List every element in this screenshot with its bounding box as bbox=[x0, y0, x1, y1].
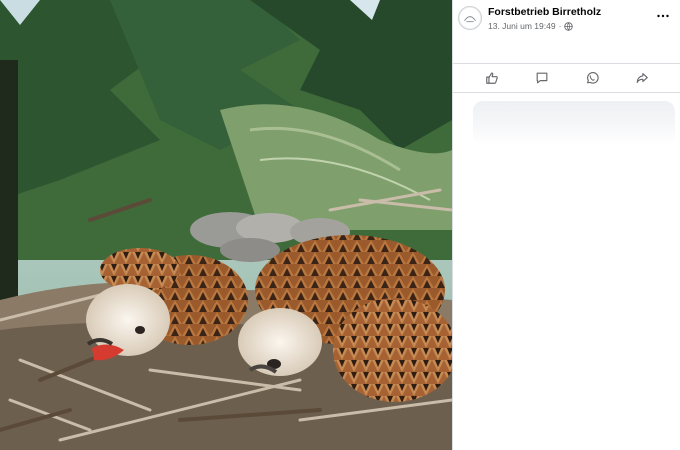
logo-icon bbox=[459, 7, 481, 29]
comment-button[interactable] bbox=[534, 70, 550, 86]
post-photo[interactable] bbox=[0, 0, 452, 450]
share-button[interactable] bbox=[634, 70, 650, 86]
more-options-button[interactable] bbox=[655, 9, 671, 23]
post-header: Forstbetrieb Birretholz 13. Juni um 19:4… bbox=[453, 0, 680, 62]
post-action-bar bbox=[453, 64, 680, 91]
globe-icon bbox=[564, 21, 574, 31]
more-options-icon bbox=[657, 14, 669, 18]
share-icon bbox=[636, 72, 648, 83]
page-avatar[interactable] bbox=[458, 6, 482, 30]
post-side-panel: Forstbetrieb Birretholz 13. Juni um 19:4… bbox=[452, 0, 680, 450]
comment-loading-placeholder bbox=[473, 101, 675, 145]
post-meta: 13. Juni um 19:49 · bbox=[488, 21, 574, 31]
whatsapp-icon bbox=[587, 71, 599, 84]
whatsapp-share-button[interactable] bbox=[584, 70, 600, 86]
comment-icon bbox=[536, 72, 548, 83]
red-kite-chicks-nest-image bbox=[0, 0, 452, 450]
divider-bottom bbox=[453, 92, 680, 93]
meta-separator: · bbox=[558, 21, 562, 31]
thumbs-up-icon bbox=[486, 72, 498, 84]
post-timestamp[interactable]: 13. Juni um 19:49 bbox=[488, 21, 556, 31]
like-button[interactable] bbox=[484, 70, 500, 86]
page-name-link[interactable]: Forstbetrieb Birretholz bbox=[488, 6, 601, 18]
